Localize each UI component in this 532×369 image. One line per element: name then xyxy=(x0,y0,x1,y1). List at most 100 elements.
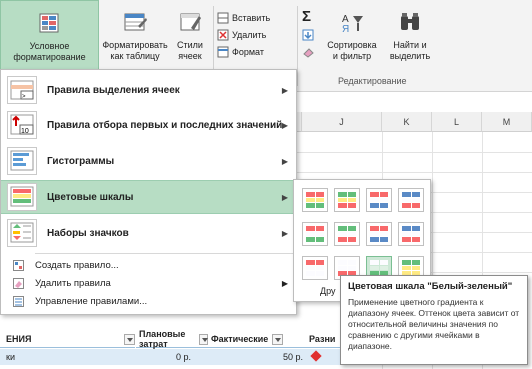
menu-item-data-bars[interactable]: Гистограммы ▶ xyxy=(1,144,296,178)
swatch-cell xyxy=(347,231,356,237)
swatch-row xyxy=(402,203,420,209)
table-header-label: Разни xyxy=(309,334,336,344)
format-button[interactable]: Формат xyxy=(217,44,264,60)
format-as-table-button[interactable]: Форматировать как таблицу xyxy=(100,10,170,62)
table-header-cell[interactable]: Плановые затрат xyxy=(136,329,208,349)
menu-item-top-bottom-rules[interactable]: 10 Правила отбора первых и последних зна… xyxy=(1,108,296,142)
menu-label: Правила выделения ячеек xyxy=(47,84,180,96)
table-header-cell[interactable]: Фактические xyxy=(208,331,306,348)
swatch-cell xyxy=(370,197,379,203)
menu-item-highlight-rules[interactable]: > Правила выделения ячеек ▶ xyxy=(1,74,296,106)
swatch-row xyxy=(370,192,388,197)
editing-group-label: Редактирование xyxy=(338,76,407,86)
swatch-cell xyxy=(306,237,315,243)
sort-icon: AЯ xyxy=(339,10,365,36)
new-rule-icon xyxy=(13,259,24,271)
swatch-row xyxy=(338,260,356,265)
table-header-cell[interactable]: Разни xyxy=(306,331,342,348)
swatch-cell xyxy=(411,237,420,243)
column-header-m[interactable]: M xyxy=(482,112,532,132)
insert-button[interactable]: Вставить xyxy=(217,10,270,26)
color-scale-swatch[interactable] xyxy=(398,222,424,246)
swatch-row xyxy=(306,260,324,265)
swatch-cell xyxy=(370,231,379,237)
fill-button[interactable] xyxy=(302,27,314,43)
color-scale-swatch[interactable] xyxy=(366,222,392,246)
color-scale-swatch[interactable] xyxy=(302,188,328,212)
cell-styles-icon xyxy=(177,10,203,36)
swatch-row xyxy=(338,203,356,209)
swatch-cell xyxy=(411,203,420,209)
format-table-label-1: Форматировать xyxy=(102,40,168,50)
highlight-rules-icon: > xyxy=(7,76,37,104)
swatch-row xyxy=(306,265,324,271)
menu-item-icon-sets[interactable]: Наборы значков ▶ xyxy=(1,216,296,250)
menu-separator xyxy=(35,253,293,254)
swatch-row xyxy=(338,265,356,271)
filter-dropdown-icon[interactable] xyxy=(272,333,284,345)
filter-dropdown-icon[interactable] xyxy=(124,333,135,345)
row-planned: 0 р. xyxy=(176,352,192,362)
menu-label: Удалить правила xyxy=(35,277,111,289)
table-header-cell[interactable]: ЕНИЯ xyxy=(0,331,135,348)
swatch-row xyxy=(338,237,356,243)
swatch-cell xyxy=(315,237,324,243)
binoculars-icon xyxy=(397,10,423,36)
swatch-cell xyxy=(402,203,411,209)
swatch-row xyxy=(402,260,420,265)
filter-dropdown-icon[interactable] xyxy=(199,333,208,345)
swatch-cell xyxy=(306,231,315,237)
autosum-button[interactable]: Σ xyxy=(302,8,311,25)
swatch-cell xyxy=(338,203,347,209)
clear-button[interactable] xyxy=(302,44,314,60)
find-select-button[interactable]: Найти и выделить xyxy=(386,10,434,62)
swatch-row xyxy=(402,226,420,231)
menu-item-clear-rules[interactable]: Удалить правила ▶ xyxy=(1,275,296,291)
swatch-cell xyxy=(370,226,379,231)
swatch-cell xyxy=(347,265,356,271)
menu-label: Правила отбора первых и последних значен… xyxy=(47,119,283,131)
cell-styles-button[interactable]: Стили ячеек xyxy=(170,10,210,62)
swatch-cell xyxy=(370,265,379,271)
color-scale-swatch[interactable] xyxy=(302,256,328,280)
menu-item-color-scales[interactable]: Цветовые шкалы ▶ xyxy=(1,180,296,214)
sort-filter-button[interactable]: AЯ Сортировка и фильтр xyxy=(322,10,382,62)
swatch-cell xyxy=(315,231,324,237)
column-header-j[interactable]: J xyxy=(302,112,382,132)
swatch-cell xyxy=(402,192,411,197)
swatch-row xyxy=(402,231,420,237)
swatch-cell xyxy=(402,197,411,203)
conditional-formatting-button[interactable]: Условное форматирование xyxy=(0,0,99,70)
swatch-cell xyxy=(379,231,388,237)
table-row[interactable]: ки 0 р. 50 р. xyxy=(0,349,340,365)
menu-item-manage-rules[interactable]: Управление правилами... xyxy=(1,293,296,309)
cf-label-2: форматирование xyxy=(13,52,86,62)
swatch-cell xyxy=(306,271,315,277)
submenu-arrow-icon: ▶ xyxy=(281,156,288,166)
delete-button[interactable]: Удалить xyxy=(217,27,266,43)
color-scale-swatch[interactable] xyxy=(302,222,328,246)
swatch-row xyxy=(370,260,388,265)
swatch-row xyxy=(338,231,356,237)
swatch-cell xyxy=(411,231,420,237)
swatch-cell xyxy=(370,192,379,197)
color-scale-swatch[interactable] xyxy=(366,188,392,212)
swatch-cell xyxy=(338,197,347,203)
sort-label-2: и фильтр xyxy=(332,51,372,61)
swatch-cell xyxy=(315,226,324,231)
column-header-l[interactable]: L xyxy=(432,112,482,132)
swatch-cell xyxy=(315,271,324,277)
swatch-cell xyxy=(370,203,379,209)
row-actual: 50 р. xyxy=(283,352,304,362)
swatch-cell xyxy=(315,260,324,265)
menu-item-new-rule[interactable]: Создать правило... xyxy=(1,257,296,273)
color-scale-swatch[interactable] xyxy=(398,188,424,212)
table-header-label: Плановые затрат xyxy=(139,329,186,349)
delete-label: Удалить xyxy=(232,30,267,40)
column-header-k[interactable]: K xyxy=(382,112,432,132)
swatch-cell xyxy=(370,260,379,265)
conditional-formatting-menu: > Правила выделения ячеек ▶ 10 Правила о… xyxy=(0,69,297,315)
color-scale-swatch[interactable] xyxy=(334,188,360,212)
other-rules-label[interactable]: Дру xyxy=(320,286,336,296)
color-scale-swatch[interactable] xyxy=(334,222,360,246)
